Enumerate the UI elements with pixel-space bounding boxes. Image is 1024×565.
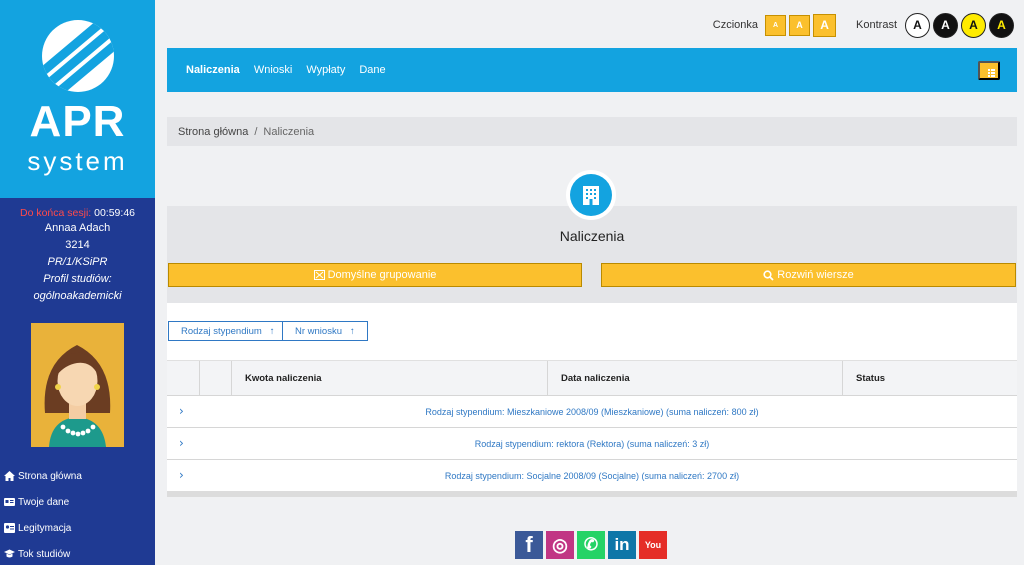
logo-text-system: system: [27, 146, 128, 176]
linkedin-icon[interactable]: in: [608, 531, 636, 559]
sidebar-item-your-data[interactable]: Twoje dane: [4, 494, 69, 510]
contrast-black-white-button[interactable]: A: [933, 12, 958, 38]
home-icon: [4, 471, 15, 481]
arrow-up-icon: ↑: [269, 325, 275, 337]
accruals-panel-header: Naliczenia Domyślne grupowanie Rozwiń wi…: [167, 206, 1017, 303]
id-card-icon: [4, 497, 15, 507]
sort-by-application-number-button[interactable]: Nr wniosku ↑: [282, 321, 368, 341]
sidebar-item-study-path[interactable]: Tok studiów: [4, 546, 70, 562]
profile-value: ogólnoakademicki: [33, 290, 122, 302]
tab-payouts[interactable]: Wypłaty: [306, 64, 345, 76]
tab-data[interactable]: Dane: [359, 64, 385, 76]
page-title: Naliczenia: [559, 228, 625, 244]
sidebar: APR system Do końca sesji: 00:59:46 Anna…: [0, 0, 155, 565]
badge-icon: [4, 523, 15, 533]
sort-by-scholarship-type-button[interactable]: Rodzaj stypendium ↑: [168, 321, 288, 341]
graduation-cap-icon: [4, 549, 15, 559]
expand-rows-button[interactable]: Rozwiń wiersze: [601, 263, 1016, 287]
breadcrumb-separator: /: [254, 125, 258, 138]
accessibility-controls: Czcionka A A A Kontrast A A A A: [713, 12, 1014, 38]
font-size-small-button[interactable]: A: [765, 14, 787, 36]
social-links: f ◎ ✆ in You: [515, 531, 670, 559]
contrast-label: Kontrast: [856, 19, 897, 31]
tab-applications[interactable]: Wnioski: [254, 64, 293, 76]
column-date[interactable]: Data naliczenia: [561, 361, 630, 396]
sidebar-item-id-card[interactable]: Legitymacja: [4, 520, 71, 536]
logo[interactable]: APR system: [0, 0, 155, 198]
font-size-large-button[interactable]: A: [813, 13, 837, 37]
main-navbar: Naliczenia Wnioski Wypłaty Dane: [167, 48, 1017, 92]
default-grouping-label: Domyślne grupowanie: [327, 269, 437, 281]
facebook-icon[interactable]: f: [515, 531, 543, 559]
table-group-row[interactable]: › Rodzaj stypendium: Socjalne 2008/09 (S…: [167, 460, 1017, 492]
user-id: 3214: [65, 239, 90, 251]
breadcrumb-home[interactable]: Strona główna: [178, 126, 248, 138]
avatar: [31, 323, 124, 447]
youtube-icon[interactable]: You: [639, 531, 667, 559]
search-icon: [763, 269, 774, 281]
breadcrumb-current: Naliczenia: [263, 125, 315, 138]
accruals-table-panel: Rodzaj stypendium ↑ Nr wniosku ↑ Kwota n…: [167, 303, 1017, 497]
session-time: 00:59:46: [94, 207, 135, 219]
panel-icon: [566, 170, 616, 220]
user-program: PR/1/KSiPR: [47, 256, 108, 268]
font-size-label: Czcionka: [712, 19, 759, 31]
building-icon: [583, 186, 599, 205]
sidebar-item-label: Strona główna: [18, 470, 82, 482]
contrast-default-button[interactable]: A: [905, 12, 930, 38]
sidebar-item-label: Legitymacja: [18, 522, 72, 534]
font-size-medium-button[interactable]: A: [789, 14, 811, 36]
breadcrumb: Strona główna / Naliczenia: [167, 117, 1017, 146]
whatsapp-icon[interactable]: ✆: [577, 531, 605, 559]
grouping-icon: [313, 270, 325, 280]
user-name: Annaa Adach: [44, 222, 111, 234]
logo-text-apr: APR: [29, 97, 126, 146]
table-group-row[interactable]: › Rodzaj stypendium: Mieszkaniowe 2008/0…: [167, 396, 1017, 428]
group-label: Rodzaj stypendium: Mieszkaniowe 2008/09 …: [425, 406, 759, 417]
session-label: Do końca sesji:: [20, 207, 92, 219]
expand-rows-label: Rozwiń wiersze: [777, 269, 854, 281]
sort-label: Nr wniosku: [295, 325, 342, 337]
column-status[interactable]: Status: [856, 361, 885, 396]
instagram-icon[interactable]: ◎: [546, 531, 574, 559]
column-amount[interactable]: Kwota naliczenia: [245, 361, 322, 396]
table-group-row[interactable]: › Rodzaj stypendium: rektora (Rektora) (…: [167, 428, 1017, 460]
tab-accruals[interactable]: Naliczenia: [186, 64, 240, 76]
contrast-yellow-black-button[interactable]: A: [961, 12, 986, 38]
default-grouping-button[interactable]: Domyślne grupowanie: [168, 263, 582, 287]
sidebar-item-home[interactable]: Strona główna: [4, 468, 82, 484]
logo-mark-icon: [42, 20, 114, 92]
table-header: Kwota naliczenia Data naliczenia Status: [167, 360, 1017, 396]
sort-label: Rodzaj stypendium: [181, 325, 262, 337]
sidebar-item-label: Tok studiów: [18, 548, 71, 560]
group-label: Rodzaj stypendium: Socjalne 2008/09 (Soc…: [444, 470, 740, 481]
table-footer-bar: [167, 491, 1017, 497]
sidebar-item-label: Twoje dane: [18, 496, 70, 508]
profile-label: Profil studiów:: [43, 273, 112, 285]
contrast-black-yellow-button[interactable]: A: [989, 12, 1014, 38]
menu-toggle-button[interactable]: [978, 61, 1000, 80]
group-label: Rodzaj stypendium: rektora (Rektora) (su…: [474, 438, 710, 449]
list-icon: [988, 69, 995, 77]
arrow-up-icon: ↑: [350, 325, 355, 337]
